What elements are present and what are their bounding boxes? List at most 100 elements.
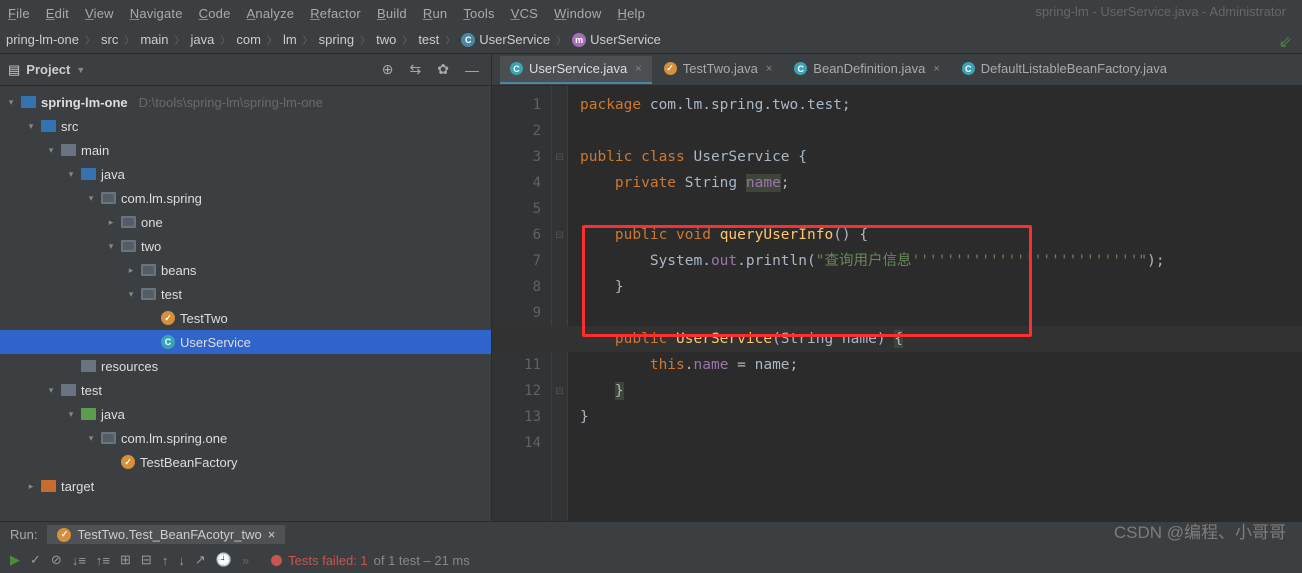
menu-vcs[interactable]: VCS [511,6,538,21]
menu-window[interactable]: Window [554,6,601,21]
tree-item[interactable]: ✓TestTwo [0,306,491,330]
tree-item[interactable]: ▾com.lm.spring.one [0,426,491,450]
disclosure-icon[interactable]: ▸ [26,481,36,492]
tree-item[interactable]: ▾java [0,402,491,426]
breadcrumb-item[interactable]: two [376,32,396,47]
editor-tab[interactable]: CBeanDefinition.java× [784,56,949,84]
build-icon[interactable]: ⇙ [1279,32,1292,52]
code-line[interactable] [580,430,1302,456]
expand-icon[interactable]: ⇆ [406,61,426,78]
fold-icon[interactable]: ⊟ [552,378,567,404]
fold-icon[interactable] [552,170,567,196]
fold-icon[interactable]: ⊟ [552,222,567,248]
breadcrumb-item[interactable]: mUserService [572,32,661,47]
export-icon[interactable]: ↗ [195,552,206,568]
code-line[interactable]: package com.lm.spring.two.test; [580,92,1302,118]
tree-item[interactable]: ▾two [0,234,491,258]
menu-run[interactable]: Run [423,6,447,21]
code-line[interactable]: public class UserService { [580,144,1302,170]
menu-edit[interactable]: Edit [46,6,69,21]
menu-file[interactable]: File [8,6,30,21]
fold-icon[interactable] [552,92,567,118]
sort2-icon[interactable]: ↑≡ [96,553,110,568]
editor-tab[interactable]: CUserService.java× [500,56,652,84]
fold-icon[interactable] [552,118,567,144]
run-button[interactable]: ▶ [10,552,20,568]
fold-icon[interactable] [552,274,567,300]
disclosure-icon[interactable]: ▾ [66,409,76,420]
menu-help[interactable]: Help [618,6,646,21]
menu-tools[interactable]: Tools [463,6,494,21]
tree-item[interactable]: ▸target [0,474,491,498]
gear-icon[interactable]: ✿ [433,61,453,78]
tree-item[interactable]: ▾com.lm.spring [0,186,491,210]
code-line[interactable]: } [580,404,1302,430]
expand-all-icon[interactable]: ⊞ [120,552,131,568]
locate-icon[interactable]: ⊕ [378,61,398,78]
code-line[interactable]: } [580,274,1302,300]
tree-item[interactable]: resources [0,354,491,378]
breadcrumb-item[interactable]: spring [319,32,354,47]
tree-item[interactable]: ✓TestBeanFactory [0,450,491,474]
code-line[interactable]: public UserService(String name) { [580,326,1302,352]
menu-code[interactable]: Code [199,6,231,21]
code-line[interactable] [580,300,1302,326]
next-icon[interactable]: ↓ [178,553,185,568]
disclosure-icon[interactable]: ▸ [126,265,136,276]
disclosure-icon[interactable]: ▾ [46,385,56,396]
code-line[interactable]: } [580,378,1302,404]
run-config-tab[interactable]: ✓ TestTwo.Test_BeanFAcotyr_two × [47,525,285,544]
close-icon[interactable]: × [766,63,772,75]
code-line[interactable] [580,196,1302,222]
filter-fail-icon[interactable]: ⊘ [51,552,62,568]
filter-pass-icon[interactable]: ✓ [30,552,41,568]
close-icon[interactable]: × [268,527,276,542]
tree-item[interactable]: ▾test [0,282,491,306]
fold-icon[interactable] [552,352,567,378]
prev-icon[interactable]: ↑ [162,553,169,568]
breadcrumb-item[interactable]: main [140,32,168,47]
breadcrumb-item[interactable]: lm [283,32,297,47]
tree-root[interactable]: ▾ spring-lm-one D:\tools\spring-lm\sprin… [0,90,491,114]
menu-view[interactable]: View [85,6,114,21]
fold-icon[interactable] [552,404,567,430]
project-toolwin-icon[interactable]: ▤ [8,62,20,78]
disclosure-icon[interactable]: ▸ [106,217,116,228]
code-body[interactable]: package com.lm.spring.two.test; public cl… [568,86,1302,521]
code-line[interactable]: private String name; [580,170,1302,196]
editor-tab[interactable]: CDefaultListableBeanFactory.java [952,56,1177,84]
fold-icon[interactable] [552,196,567,222]
tree-item[interactable]: ▸one [0,210,491,234]
code-line[interactable]: this.name = name; [580,352,1302,378]
code-line[interactable]: public void queryUserInfo() { [580,222,1302,248]
fold-icon[interactable]: ⊟ [552,144,567,170]
disclosure-icon[interactable]: ▾ [106,241,116,252]
disclosure-icon[interactable]: ▾ [46,145,56,156]
fold-icon[interactable] [552,430,567,456]
history-icon[interactable]: 🕘 [216,552,232,568]
tree-item[interactable]: ▾test [0,378,491,402]
tree-item[interactable]: ▸beans [0,258,491,282]
sort-icon[interactable]: ↓≡ [72,553,86,568]
tree-item[interactable]: ▾src [0,114,491,138]
tree-item[interactable]: CUserService [0,330,491,354]
code-line[interactable] [580,118,1302,144]
menu-analyze[interactable]: Analyze [247,6,295,21]
breadcrumb-item[interactable]: com [236,32,261,47]
code-line[interactable]: System.out.println("查询用户信息''''''''''''''… [580,248,1302,274]
breadcrumb-item[interactable]: test [418,32,439,47]
editor-tab[interactable]: ✓TestTwo.java× [654,56,783,84]
disclosure-icon[interactable]: ▾ [26,121,36,132]
minimize-icon[interactable]: — [461,62,483,78]
chevron-down-icon[interactable]: ▼ [76,65,85,75]
menu-refactor[interactable]: Refactor [310,6,361,21]
breadcrumb-item[interactable]: pring-lm-one [6,32,79,47]
breadcrumb-item[interactable]: src [101,32,118,47]
fold-icon[interactable] [552,248,567,274]
project-tree[interactable]: ▾ spring-lm-one D:\tools\spring-lm\sprin… [0,86,491,521]
menu-navigate[interactable]: Navigate [130,6,183,21]
close-icon[interactable]: × [933,63,939,75]
code-editor[interactable]: 1234567891011121314 ⊟⊟⊟⊟ package com.lm.… [492,86,1302,521]
menu-build[interactable]: Build [377,6,407,21]
tree-item[interactable]: ▾java [0,162,491,186]
